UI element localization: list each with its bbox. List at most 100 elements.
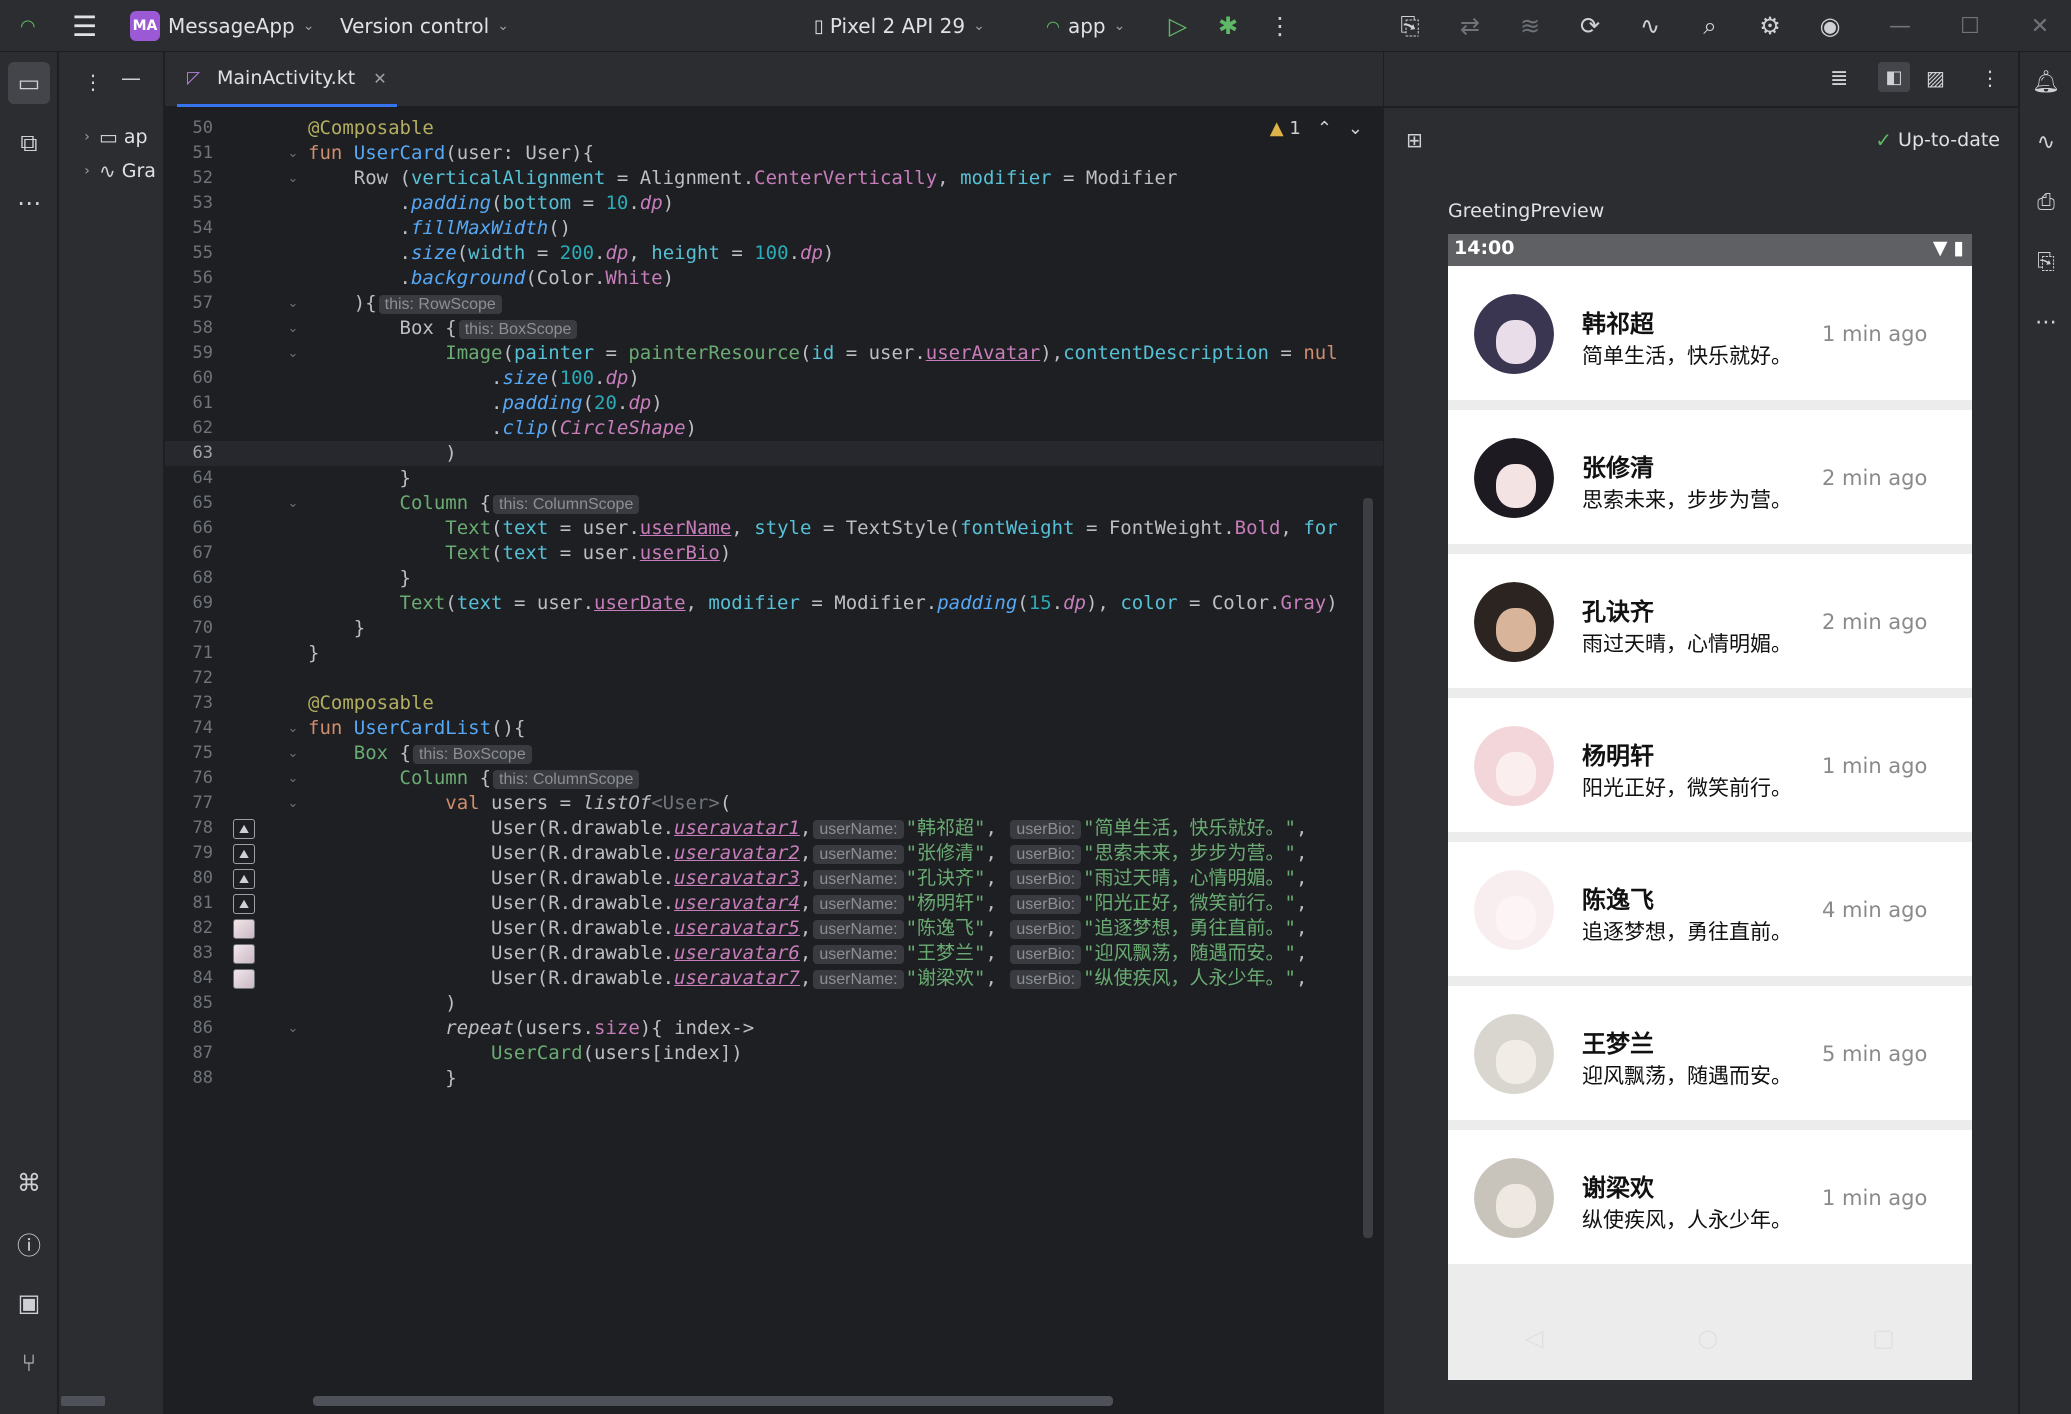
translate-icon[interactable]: ⇄	[1452, 8, 1488, 44]
fold-icon[interactable]: ⌄	[285, 341, 301, 366]
fold-icon[interactable]: ⌄	[285, 291, 301, 316]
image-gutter-icon[interactable]: ⛰	[233, 844, 255, 864]
code-line[interactable]: 81 ⛰ User(R.drawable.useravatar4, userName…	[165, 891, 1383, 916]
run-config-selector[interactable]: ◠ app ⌄	[1046, 0, 1125, 52]
tree-item-app[interactable]: › ▭ ap	[59, 120, 147, 154]
code-line[interactable]: 78 ⛰ User(R.drawable.useravatar1, userName…	[165, 816, 1383, 841]
options-icon[interactable]: ⋮	[83, 70, 103, 94]
code-line[interactable]: 74 ⌄ fun UserCardList(){	[165, 716, 1383, 741]
phone-preview[interactable]: 14:00 ▼ ▮ 韩祁超 简单生活，快乐就好。 1 min ago 张修清 思索未来，…	[1448, 234, 1972, 1380]
user-card[interactable]: 韩祁超 简单生活，快乐就好。 1 min ago	[1448, 266, 1972, 400]
logcat-icon[interactable]: ⌘	[8, 1162, 50, 1204]
code-line[interactable]: 55 .size(width = 200.dp, height = 100.dp…	[165, 241, 1383, 266]
code-line[interactable]: 56 .background(Color.White)	[165, 266, 1383, 291]
code-line[interactable]: 64 }	[165, 466, 1383, 491]
code-line[interactable]: 72	[165, 666, 1383, 691]
code-line[interactable]: 69 Text(text = user.userDate, modifier =…	[165, 591, 1383, 616]
code-line[interactable]: 58 ⌄ Box {this: BoxScope	[165, 316, 1383, 341]
image-gutter-icon[interactable]: ⛰	[233, 819, 255, 839]
code-line[interactable]: 51 ⌄ fun UserCard(user: User){	[165, 141, 1383, 166]
code-line[interactable]: 86 ⌄ repeat(users.size){ index->	[165, 1016, 1383, 1041]
device-manager-icon[interactable]: ⎘	[1392, 8, 1428, 44]
code-line[interactable]: 68 }	[165, 566, 1383, 591]
user-card[interactable]: 陈逸飞 追逐梦想，勇往直前。 4 min ago	[1448, 842, 1972, 976]
more-tools-icon[interactable]: ⋯	[2026, 302, 2066, 342]
code-line[interactable]: 84 User(R.drawable.useravatar7, userName:…	[165, 966, 1383, 991]
code-line[interactable]: 82 User(R.drawable.useravatar5, userName:…	[165, 916, 1383, 941]
horizontal-scrollbar[interactable]	[313, 1396, 1113, 1406]
image-gutter-icon[interactable]	[233, 919, 255, 939]
code-line[interactable]: 83 User(R.drawable.useravatar6, userName:…	[165, 941, 1383, 966]
preview-layout-icon[interactable]: ⊞	[1406, 128, 1423, 152]
fold-icon[interactable]: ⌄	[285, 741, 301, 766]
search-icon[interactable]: ⌕	[1692, 8, 1728, 44]
problems-icon[interactable]: ⓘ	[8, 1222, 50, 1264]
fold-icon[interactable]: ⌄	[285, 791, 301, 816]
code-line[interactable]: 85 )	[165, 991, 1383, 1016]
code-line[interactable]: 88 }	[165, 1066, 1383, 1091]
debug-icon[interactable]: ✱	[1210, 8, 1246, 44]
minimize-icon[interactable]: —	[1880, 6, 1920, 46]
user-card[interactable]: 王梦兰 迎风飘荡，随遇而安。 5 min ago	[1448, 986, 1972, 1120]
device-file-explorer-icon[interactable]: ⎙	[2026, 182, 2066, 222]
tab-mainactivity[interactable]: ◸ MainActivity.kt ✕	[177, 52, 397, 107]
horizontal-scrollbar[interactable]	[61, 1396, 105, 1406]
main-menu-icon[interactable]: ☰	[72, 0, 97, 52]
code-line[interactable]: 80 ⛰ User(R.drawable.useravatar3, userName…	[165, 866, 1383, 891]
code-line[interactable]: 76 ⌄ Column {this: ColumnScope	[165, 766, 1383, 791]
code-line[interactable]: 77 ⌄ val users = listOf<User>(	[165, 791, 1383, 816]
more-tools-icon[interactable]: ⋯	[8, 182, 50, 224]
account-icon[interactable]: ◉	[1812, 8, 1848, 44]
code-line[interactable]: 60 .size(100.dp)	[165, 366, 1383, 391]
fold-icon[interactable]: ⌄	[285, 1016, 301, 1041]
code-line[interactable]: 54 .fillMaxWidth()	[165, 216, 1383, 241]
running-devices-icon[interactable]: ⎘	[2026, 242, 2066, 282]
tree-item-gradle[interactable]: › ∿ Gra	[59, 154, 156, 188]
code-line[interactable]: 75 ⌄ Box {this: BoxScope	[165, 741, 1383, 766]
back-icon[interactable]: ◁	[1525, 1324, 1543, 1352]
code-editor[interactable]: 49 50 @Composable 51 ⌄ fun UserCard(user: Use…	[165, 108, 1383, 1414]
image-gutter-icon[interactable]	[233, 969, 255, 989]
home-icon[interactable]: ○	[1697, 1324, 1718, 1352]
maximize-icon[interactable]: ☐	[1950, 6, 1990, 46]
run-icon[interactable]: ▷	[1160, 8, 1196, 44]
close-window-icon[interactable]: ✕	[2020, 6, 2060, 46]
resource-manager-icon[interactable]: ⧉	[8, 122, 50, 164]
hide-panel-icon[interactable]: —	[121, 66, 141, 90]
more-icon[interactable]: ⋮	[1980, 66, 2000, 90]
fold-icon[interactable]: ⌄	[285, 166, 301, 191]
code-line[interactable]: 73 @Composable	[165, 691, 1383, 716]
vertical-scrollbar[interactable]	[1363, 498, 1373, 1238]
more-icon[interactable]: ⋮	[1262, 8, 1298, 44]
code-line[interactable]: 70 }	[165, 616, 1383, 641]
code-line[interactable]: 61 .padding(20.dp)	[165, 391, 1383, 416]
code-line[interactable]: 62 .clip(CircleShape)	[165, 416, 1383, 441]
image-gutter-icon[interactable]: ⛰	[233, 894, 255, 914]
sync-icon[interactable]: ⟳	[1572, 8, 1608, 44]
code-line[interactable]: 57 ⌄ ){this: RowScope	[165, 291, 1383, 316]
vcs-selector[interactable]: Version control ⌄	[340, 0, 509, 52]
fold-icon[interactable]: ⌄	[285, 316, 301, 341]
settings-icon[interactable]: ⚙	[1752, 8, 1788, 44]
project-selector[interactable]: MA MessageApp ⌄	[130, 0, 314, 52]
user-card[interactable]: 杨明轩 阳光正好，微笑前行。 1 min ago	[1448, 698, 1972, 832]
code-line[interactable]: 71}	[165, 641, 1383, 666]
gradle-icon[interactable]: ∿	[1632, 8, 1668, 44]
chevron-up-icon[interactable]: ⌃	[1317, 118, 1332, 139]
code-line[interactable]: 66 Text(text = user.userName, style = Te…	[165, 516, 1383, 541]
fold-icon[interactable]: ⌄	[285, 491, 301, 516]
code-line[interactable]: 79 ⛰ User(R.drawable.useravatar2, userName…	[165, 841, 1383, 866]
git-icon[interactable]: ⑂	[8, 1342, 50, 1384]
code-line[interactable]: 59 ⌄ Image(painter = painterResource(id =…	[165, 341, 1383, 366]
code-view-icon[interactable]: ≣	[1830, 66, 1848, 91]
inspection-widget[interactable]: ▲ 1 ⌃ ⌄	[1270, 118, 1363, 139]
apply-changes-icon[interactable]: ≋	[1512, 8, 1548, 44]
fold-icon[interactable]: ⌄	[285, 716, 301, 741]
split-view-icon[interactable]: ◧	[1878, 62, 1910, 92]
code-line[interactable]: 87 UserCard(users[index])	[165, 1041, 1383, 1066]
fold-icon[interactable]: ⌄	[285, 141, 301, 166]
chevron-down-icon[interactable]: ⌄	[1348, 118, 1363, 139]
code-line[interactable]: 63 )	[165, 441, 1383, 466]
code-line[interactable]: 49	[165, 108, 1383, 116]
gradle-icon[interactable]: ∿	[2026, 122, 2066, 162]
